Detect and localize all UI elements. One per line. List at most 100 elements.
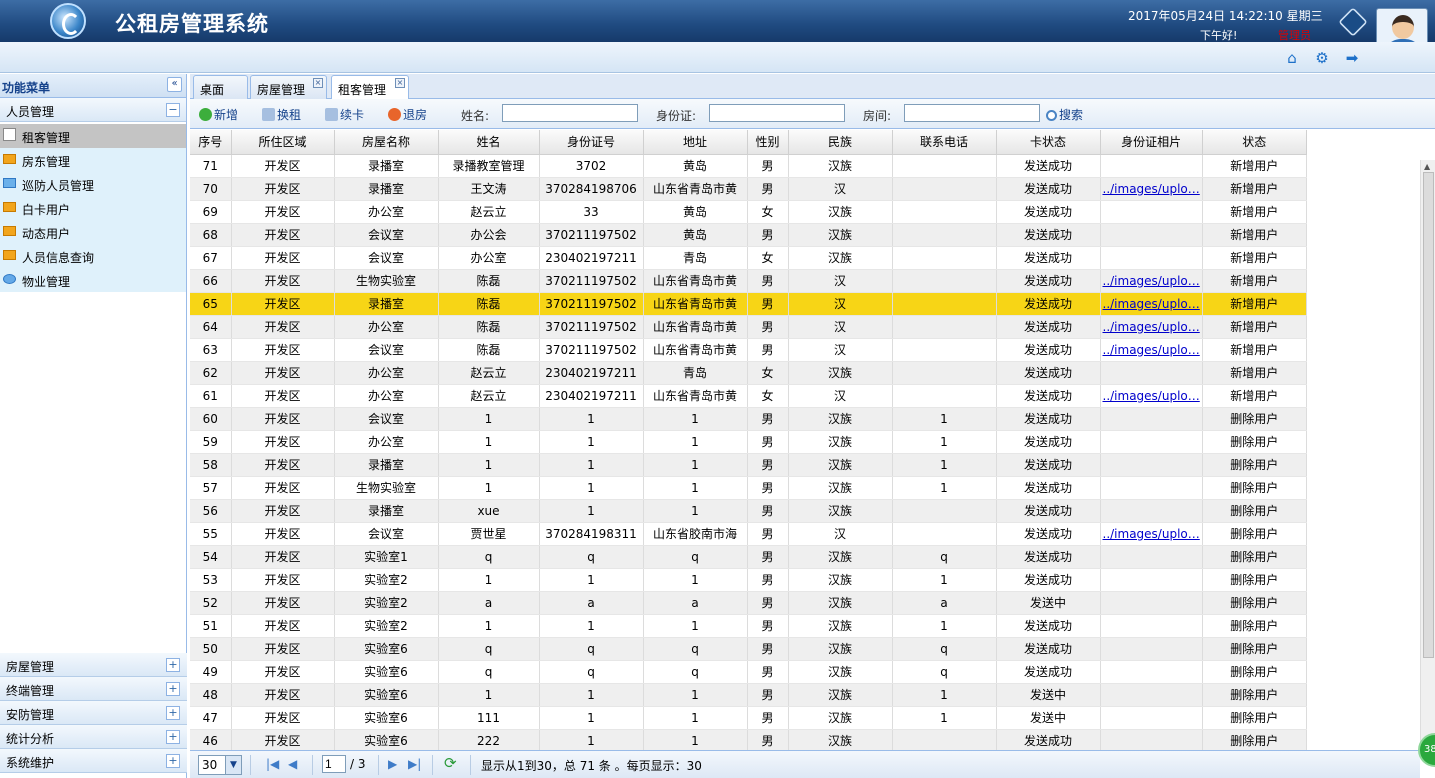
- expand-icon[interactable]: +: [166, 754, 180, 768]
- scroll-up-icon[interactable]: ▲: [1424, 162, 1430, 171]
- table-cell: 删除用户: [1202, 637, 1307, 661]
- column-header[interactable]: 姓名: [438, 130, 540, 155]
- gear-icon[interactable]: ⚙: [1313, 50, 1331, 66]
- table-row[interactable]: 48 开发区 实验室6 1 1 1 男汉族 1 发送中 删除用户: [190, 683, 1307, 707]
- table-row[interactable]: 49 开发区 实验室6 q q q 男汉族 q 发送成功 删除用户: [190, 660, 1307, 684]
- table-row[interactable]: 56 开发区 录播室 xue 1 1 男汉族 发送成功 删除用户: [190, 499, 1307, 523]
- photo-link[interactable]: ../images/uplo…: [1103, 389, 1200, 403]
- column-header[interactable]: 身份证相片: [1100, 130, 1203, 155]
- table-row[interactable]: 71 开发区 录播室 录播教室管理 3702 黄岛男汉族 发送成功 新增用户: [190, 154, 1307, 178]
- photo-link[interactable]: ../images/uplo…: [1103, 182, 1200, 196]
- checkout-button[interactable]: 退房: [388, 106, 427, 123]
- photo-link[interactable]: ../images/uplo…: [1103, 527, 1200, 541]
- table-row[interactable]: 52 开发区 实验室2 a a a 男汉族 a 发送中 删除用户: [190, 591, 1307, 615]
- sidebar-item-patrol[interactable]: 巡防人员管理: [0, 172, 186, 196]
- table-row[interactable]: 55 开发区 会议室 贾世星 370284198311 山东省胶南市海男汉 发送成功 ../i…: [190, 522, 1307, 546]
- table-row[interactable]: 65 开发区 录播室 陈磊 370211197502 山东省青岛市黄男汉 发送成功 ../im…: [190, 292, 1307, 316]
- table-row[interactable]: 67 开发区 会议室 办公室 230402197211 青岛女汉族 发送成功 新增用户: [190, 246, 1307, 270]
- prev-page-button[interactable]: ◀: [288, 757, 297, 771]
- renew-card-button[interactable]: 续卡: [325, 106, 364, 123]
- column-header[interactable]: 所住区域: [231, 130, 335, 155]
- app-title: 公租房管理系统: [115, 12, 269, 36]
- table-row[interactable]: 58 开发区 录播室 1 1 1 男汉族 1 发送成功 删除用户: [190, 453, 1307, 477]
- next-page-button[interactable]: ▶: [388, 757, 397, 771]
- sidebar-item-whitecard[interactable]: 白卡用户: [0, 196, 186, 220]
- table-cell: 办公室: [334, 430, 439, 454]
- table-row[interactable]: 54 开发区 实验室1 q q q 男汉族 q 发送成功 删除用户: [190, 545, 1307, 569]
- sidebar-item-landlord[interactable]: 房东管理: [0, 148, 186, 172]
- table-cell: 1: [892, 568, 997, 592]
- page-number-input[interactable]: [322, 755, 346, 773]
- home-icon[interactable]: ⌂: [1283, 50, 1301, 66]
- first-page-button[interactable]: |◀: [266, 757, 279, 771]
- group-personnel[interactable]: 人员管理 −: [0, 98, 186, 122]
- column-header[interactable]: 房屋名称: [334, 130, 439, 155]
- table-row[interactable]: 60 开发区 会议室 1 1 1 男汉族 1 发送成功 删除用户: [190, 407, 1307, 431]
- photo-link[interactable]: ../images/uplo…: [1103, 320, 1200, 334]
- idcard-input[interactable]: [709, 104, 845, 122]
- table-row[interactable]: 53 开发区 实验室2 1 1 1 男汉族 1 发送成功 删除用户: [190, 568, 1307, 592]
- table-row[interactable]: 70 开发区 录播室 王文涛 370284198706 山东省青岛市黄男汉 发送成功 ../i…: [190, 177, 1307, 201]
- close-icon[interactable]: ×: [395, 78, 405, 88]
- column-header[interactable]: 状态: [1202, 130, 1307, 155]
- add-button[interactable]: 新增: [199, 106, 238, 123]
- table-row[interactable]: 47 开发区 实验室6 111 1 1 男汉族 1 发送中 删除用户: [190, 706, 1307, 730]
- table-row[interactable]: 63 开发区 会议室 陈磊 370211197502 山东省青岛市黄男汉 发送成功 ../im…: [190, 338, 1307, 362]
- photo-link[interactable]: ../images/uplo…: [1103, 343, 1200, 357]
- group-system[interactable]: 系统维护 +: [0, 749, 187, 773]
- column-header[interactable]: 联系电话: [892, 130, 997, 155]
- expand-icon[interactable]: +: [166, 658, 180, 672]
- table-row[interactable]: 62 开发区 办公室 赵云立 230402197211 青岛女汉族 发送成功 新增用户: [190, 361, 1307, 385]
- column-header[interactable]: 身份证号: [539, 130, 644, 155]
- vertical-scrollbar[interactable]: ▲: [1420, 160, 1435, 752]
- table-row[interactable]: 51 开发区 实验室2 1 1 1 男汉族 1 发送成功 删除用户: [190, 614, 1307, 638]
- column-header[interactable]: 序号: [190, 130, 232, 155]
- column-header[interactable]: 性别: [747, 130, 789, 155]
- table-row[interactable]: 59 开发区 办公室 1 1 1 男汉族 1 发送成功 删除用户: [190, 430, 1307, 454]
- change-rent-button[interactable]: 换租: [262, 106, 301, 123]
- close-icon[interactable]: ×: [313, 78, 323, 88]
- table-row[interactable]: 46 开发区 实验室6 222 1 1 男汉族 发送成功 删除用户: [190, 729, 1307, 750]
- refresh-icon[interactable]: ⟳: [444, 754, 457, 772]
- table-row[interactable]: 50 开发区 实验室6 q q q 男汉族 q 发送成功 删除用户: [190, 637, 1307, 661]
- table-cell: 实验室6: [334, 729, 439, 750]
- search-button[interactable]: 搜索: [1046, 106, 1083, 123]
- name-input[interactable]: [502, 104, 638, 122]
- table-row[interactable]: 69 开发区 办公室 赵云立 33 黄岛女汉族 发送成功 新增用户: [190, 200, 1307, 224]
- scrollbar-thumb[interactable]: [1423, 172, 1434, 658]
- group-housing[interactable]: 房屋管理 +: [0, 653, 187, 677]
- sidebar-item-tenant[interactable]: 租客管理: [0, 124, 186, 148]
- photo-link[interactable]: ../images/uplo…: [1103, 297, 1200, 311]
- logout-icon[interactable]: ➡: [1343, 50, 1361, 66]
- table-row[interactable]: 66 开发区 生物实验室 陈磊 370211197502 山东省青岛市黄男汉 发送成功 ../…: [190, 269, 1307, 293]
- collapse-group-icon[interactable]: −: [166, 103, 180, 117]
- table-cell: 开发区: [231, 292, 335, 316]
- sidebar-item-property[interactable]: 物业管理: [0, 268, 186, 292]
- room-input[interactable]: [904, 104, 1040, 122]
- group-terminal[interactable]: 终端管理 +: [0, 677, 187, 701]
- table-row[interactable]: 57 开发区 生物实验室 1 1 1 男汉族 1 发送成功 删除用户: [190, 476, 1307, 500]
- last-page-button[interactable]: ▶|: [408, 757, 421, 771]
- column-header[interactable]: 卡状态: [996, 130, 1101, 155]
- table-cell: 54: [190, 545, 232, 569]
- sidebar-item-query[interactable]: 人员信息查询: [0, 244, 186, 268]
- expand-icon[interactable]: +: [166, 682, 180, 696]
- tab-tenant[interactable]: 租客管理 ×: [331, 75, 409, 100]
- expand-icon[interactable]: +: [166, 706, 180, 720]
- table-row[interactable]: 61 开发区 办公室 赵云立 230402197211 山东省青岛市黄女汉 发送成功 ../i…: [190, 384, 1307, 408]
- table-row[interactable]: 68 开发区 会议室 办公会 370211197502 黄岛男汉族 发送成功 新增用户: [190, 223, 1307, 247]
- collapse-sidebar-button[interactable]: «: [167, 77, 182, 92]
- table-cell: 女: [747, 384, 789, 408]
- table-cell: 汉族: [788, 499, 893, 523]
- column-header[interactable]: 民族: [788, 130, 893, 155]
- photo-link[interactable]: ../images/uplo…: [1103, 274, 1200, 288]
- sidebar-item-dynamic[interactable]: 动态用户: [0, 220, 186, 244]
- tab-desktop[interactable]: 桌面: [193, 75, 248, 99]
- tab-housing[interactable]: 房屋管理 ×: [250, 75, 327, 99]
- group-statistics[interactable]: 统计分析 +: [0, 725, 187, 749]
- table-row[interactable]: 64 开发区 办公室 陈磊 370211197502 山东省青岛市黄男汉 发送成功 ../im…: [190, 315, 1307, 339]
- group-security[interactable]: 安防管理 +: [0, 701, 187, 725]
- expand-icon[interactable]: +: [166, 730, 180, 744]
- page-size-select[interactable]: 30 ▼: [198, 755, 242, 775]
- column-header[interactable]: 地址: [643, 130, 748, 155]
